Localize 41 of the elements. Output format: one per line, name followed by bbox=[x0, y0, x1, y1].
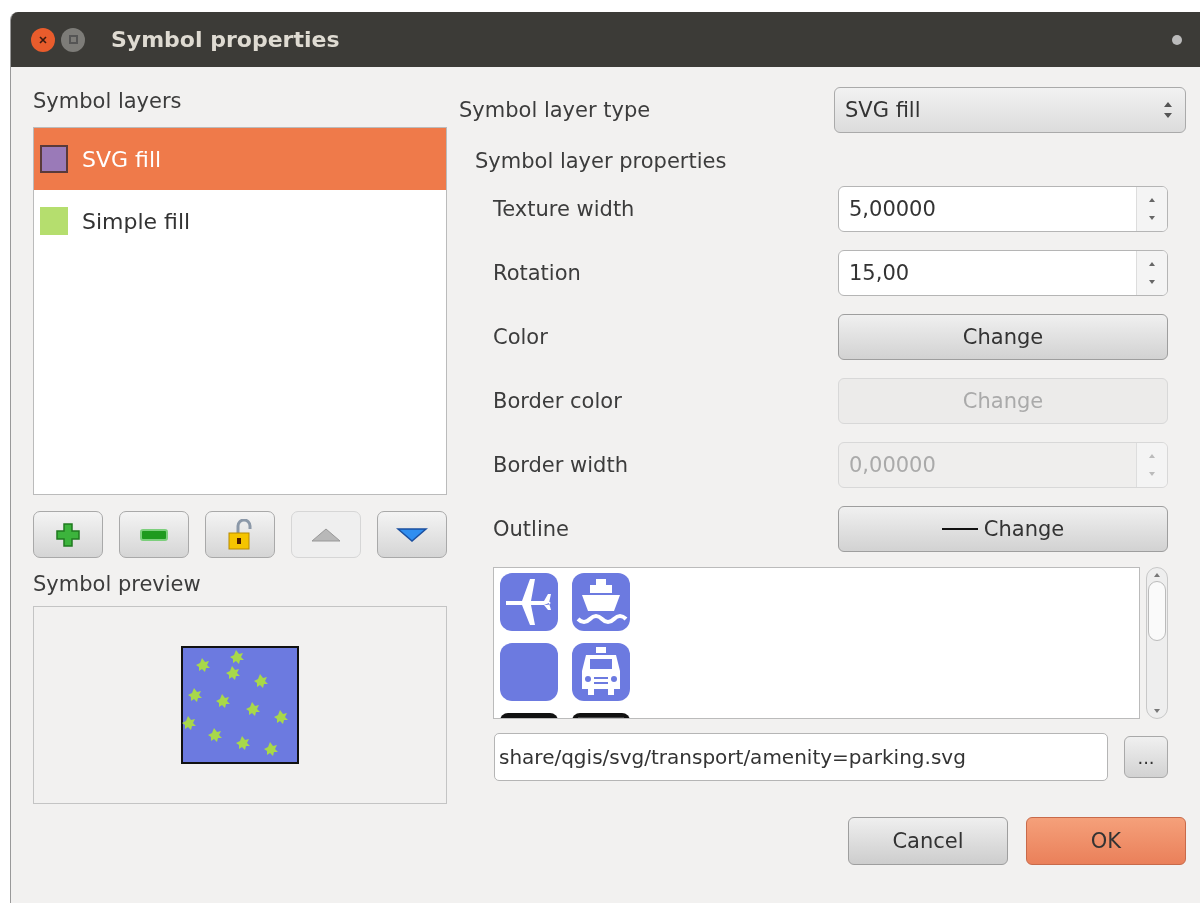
lock-layer-button[interactable] bbox=[205, 511, 275, 558]
ship-icon[interactable] bbox=[572, 573, 630, 631]
up-triangle-icon bbox=[310, 526, 342, 543]
field-label: Border color bbox=[493, 389, 622, 413]
field-label: Texture width bbox=[493, 197, 635, 221]
minus-icon bbox=[139, 527, 169, 542]
field-label: Color bbox=[493, 325, 548, 349]
menu-dot-icon[interactable] bbox=[1172, 34, 1182, 45]
section-label: Symbol layer properties bbox=[475, 149, 728, 173]
scrollbar[interactable] bbox=[1146, 567, 1168, 719]
ok-button[interactable]: OK bbox=[1026, 817, 1186, 865]
close-icon[interactable] bbox=[31, 27, 55, 52]
change-button[interactable]: Change bbox=[838, 506, 1168, 552]
line-sample-icon bbox=[941, 527, 978, 531]
change-button[interactable]: Change bbox=[838, 314, 1168, 360]
layer-type-dropdown[interactable]: SVG fill bbox=[834, 87, 1186, 133]
section-label: Symbol preview bbox=[33, 572, 202, 596]
svg-path-field[interactable]: share/qgis/svg/transport/amenity=parking.svg bbox=[494, 733, 1108, 781]
cancel-button[interactable]: Cancel bbox=[848, 817, 1008, 865]
maximize-icon[interactable] bbox=[61, 27, 85, 52]
taxi-icon[interactable] bbox=[572, 643, 630, 701]
remove-layer-button[interactable] bbox=[119, 511, 189, 558]
layer-item[interactable]: Simple fill bbox=[34, 190, 446, 252]
spin-box[interactable]: 5,00000 bbox=[838, 186, 1168, 232]
move-down-button[interactable] bbox=[377, 511, 447, 558]
window-title: Symbol properties bbox=[111, 27, 341, 52]
padlock-icon bbox=[226, 518, 254, 551]
field-label: Rotation bbox=[493, 261, 581, 285]
down-triangle-icon bbox=[396, 526, 428, 543]
field-label: Symbol layer type bbox=[459, 98, 651, 122]
scroll-up-icon[interactable] bbox=[1153, 572, 1161, 578]
browse-button[interactable]: ... bbox=[1124, 736, 1168, 778]
add-layer-button[interactable] bbox=[33, 511, 103, 558]
blank-icon[interactable] bbox=[500, 643, 558, 701]
spin-box[interactable]: 15,00 bbox=[838, 250, 1168, 296]
section-label: Symbol layers bbox=[33, 89, 183, 113]
field-label: Border width bbox=[493, 453, 628, 477]
scroll-down-icon[interactable] bbox=[1153, 708, 1161, 714]
plus-icon bbox=[54, 520, 82, 549]
airplane-icon[interactable] bbox=[500, 573, 558, 631]
field-label: Outline bbox=[493, 517, 569, 541]
